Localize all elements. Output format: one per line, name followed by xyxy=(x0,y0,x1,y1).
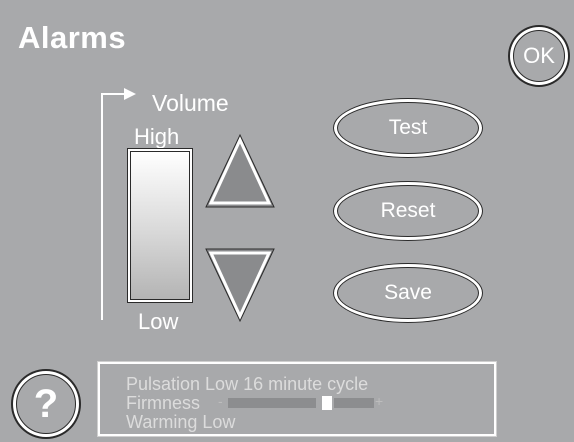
volume-label: Volume xyxy=(152,90,229,116)
firmness-indicator: - + xyxy=(218,393,383,410)
firmness-minus-icon: - xyxy=(218,393,223,409)
firmness-track-right xyxy=(334,398,374,408)
volume-low-label: Low xyxy=(138,309,179,334)
volume-level-bar xyxy=(130,151,190,300)
help-button[interactable]: ? xyxy=(16,374,76,434)
firmness-track-left xyxy=(228,398,316,408)
warming-status: Warming Low xyxy=(126,412,236,432)
volume-down-button[interactable] xyxy=(202,245,278,325)
firmness-plus-icon: + xyxy=(375,393,384,409)
ok-button[interactable]: OK xyxy=(513,30,565,82)
reset-button[interactable]: Reset xyxy=(337,185,479,237)
firmness-thumb xyxy=(322,396,332,410)
page-title: Alarms xyxy=(18,20,127,55)
status-panel: Pulsation Low 16 minute cycle Firmness -… xyxy=(97,361,497,437)
save-button[interactable]: Save xyxy=(337,267,479,319)
volume-high-label: High xyxy=(134,124,180,149)
pulsation-status: Pulsation Low 16 minute cycle xyxy=(126,374,369,394)
alarms-screen: Alarms OK Volume High Low Test Reset Sav… xyxy=(4,4,570,438)
test-button[interactable]: Test xyxy=(337,102,479,154)
firmness-label: Firmness xyxy=(126,393,201,413)
volume-up-button[interactable] xyxy=(202,131,278,211)
